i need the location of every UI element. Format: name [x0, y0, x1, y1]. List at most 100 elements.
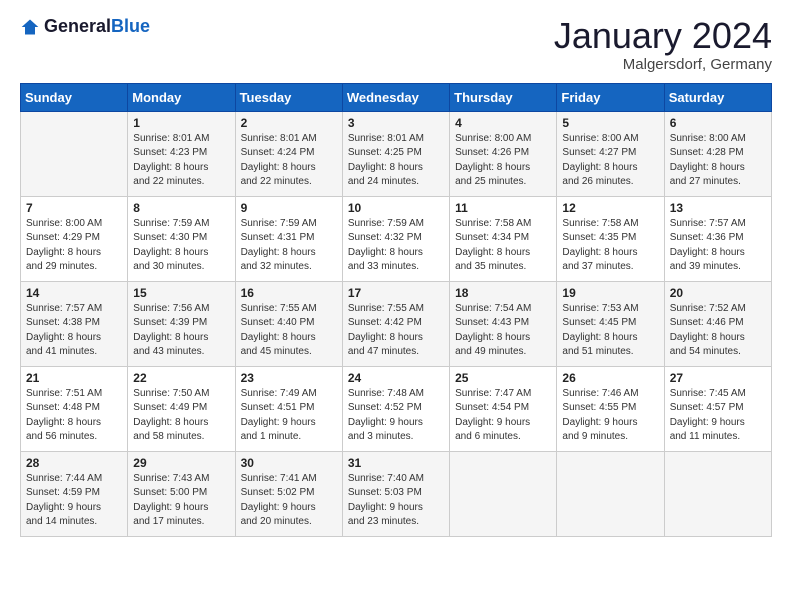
day-number: 20 [670, 286, 766, 300]
day-info: Sunrise: 7:58 AM Sunset: 4:34 PM Dayligh… [455, 217, 551, 275]
day-number: 6 [670, 116, 766, 130]
month-title: January 2024 [554, 16, 772, 56]
day-info: Sunrise: 8:00 AM Sunset: 4:29 PM Dayligh… [26, 217, 122, 275]
day-number: 10 [348, 201, 444, 215]
calendar-cell: 28 Sunrise: 7:44 AM Sunset: 4:59 PM Dayli… [21, 451, 128, 536]
day-number: 5 [562, 116, 658, 130]
calendar-cell [21, 111, 128, 196]
calendar-cell: 31 Sunrise: 7:40 AM Sunset: 5:03 PM Dayli… [342, 451, 449, 536]
calendar-cell: 2Sunrise: 8:01 AM Sunset: 4:24 PM Daylig… [235, 111, 342, 196]
day-of-week-header: Wednesday [342, 83, 449, 111]
calendar-cell: 11 Sunrise: 7:58 AM Sunset: 4:34 PM Dayli… [450, 196, 557, 281]
day-info: Sunrise: 7:54 AM Sunset: 4:43 PM Dayligh… [455, 302, 551, 360]
day-info: Sunrise: 7:41 AM Sunset: 5:02 PM Dayligh… [241, 472, 337, 530]
day-number: 3 [348, 116, 444, 130]
logo: GeneralBlue [20, 16, 150, 37]
calendar-cell: 4Sunrise: 8:00 AM Sunset: 4:26 PM Daylig… [450, 111, 557, 196]
day-of-week-header: Saturday [664, 83, 771, 111]
day-number: 28 [26, 456, 122, 470]
day-of-week-header: Thursday [450, 83, 557, 111]
calendar-cell: 15Sunrise: 7:56 AM Sunset: 4:39 PM Dayli… [128, 281, 235, 366]
calendar-cell: 10 Sunrise: 7:59 AM Sunset: 4:32 PM Dayli… [342, 196, 449, 281]
day-info: Sunrise: 7:44 AM Sunset: 4:59 PM Dayligh… [26, 472, 122, 530]
day-info: Sunrise: 7:55 AM Sunset: 4:40 PM Dayligh… [241, 302, 337, 360]
day-number: 26 [562, 371, 658, 385]
calendar-cell: 6 Sunrise: 8:00 AM Sunset: 4:28 PM Daylig… [664, 111, 771, 196]
calendar-week-row: 21Sunrise: 7:51 AM Sunset: 4:48 PM Dayli… [21, 366, 772, 451]
logo-text-blue: Blue [111, 16, 150, 36]
day-number: 29 [133, 456, 229, 470]
calendar-cell: 8 Sunrise: 7:59 AM Sunset: 4:30 PM Daylig… [128, 196, 235, 281]
calendar-cell: 9 Sunrise: 7:59 AM Sunset: 4:31 PM Daylig… [235, 196, 342, 281]
day-number: 9 [241, 201, 337, 215]
day-info: Sunrise: 7:59 AM Sunset: 4:32 PM Dayligh… [348, 217, 444, 275]
calendar-cell: 18 Sunrise: 7:54 AM Sunset: 4:43 PM Dayli… [450, 281, 557, 366]
day-info: Sunrise: 8:01 AM Sunset: 4:25 PM Dayligh… [348, 132, 444, 190]
calendar-week-row: 28 Sunrise: 7:44 AM Sunset: 4:59 PM Dayli… [21, 451, 772, 536]
calendar-cell: 17Sunrise: 7:55 AM Sunset: 4:42 PM Dayli… [342, 281, 449, 366]
calendar-cell [450, 451, 557, 536]
day-info: Sunrise: 7:53 AM Sunset: 4:45 PM Dayligh… [562, 302, 658, 360]
day-number: 23 [241, 371, 337, 385]
day-info: Sunrise: 7:58 AM Sunset: 4:35 PM Dayligh… [562, 217, 658, 275]
day-number: 2 [241, 116, 337, 130]
day-number: 8 [133, 201, 229, 215]
day-number: 1 [133, 116, 229, 130]
calendar-cell: 3 Sunrise: 8:01 AM Sunset: 4:25 PM Daylig… [342, 111, 449, 196]
day-info: Sunrise: 7:50 AM Sunset: 4:49 PM Dayligh… [133, 387, 229, 445]
calendar-week-row: 14Sunrise: 7:57 AM Sunset: 4:38 PM Dayli… [21, 281, 772, 366]
logo-icon [20, 17, 40, 37]
calendar-cell: 27 Sunrise: 7:45 AM Sunset: 4:57 PM Dayli… [664, 366, 771, 451]
day-info: Sunrise: 7:45 AM Sunset: 4:57 PM Dayligh… [670, 387, 766, 445]
day-number: 7 [26, 201, 122, 215]
calendar-cell: 5Sunrise: 8:00 AM Sunset: 4:27 PM Daylig… [557, 111, 664, 196]
day-info: Sunrise: 7:59 AM Sunset: 4:30 PM Dayligh… [133, 217, 229, 275]
day-info: Sunrise: 7:43 AM Sunset: 5:00 PM Dayligh… [133, 472, 229, 530]
day-info: Sunrise: 8:00 AM Sunset: 4:28 PM Dayligh… [670, 132, 766, 190]
day-number: 19 [562, 286, 658, 300]
calendar-cell: 22 Sunrise: 7:50 AM Sunset: 4:49 PM Dayli… [128, 366, 235, 451]
calendar-cell: 20 Sunrise: 7:52 AM Sunset: 4:46 PM Dayli… [664, 281, 771, 366]
day-of-week-header: Sunday [21, 83, 128, 111]
calendar-cell: 24Sunrise: 7:48 AM Sunset: 4:52 PM Dayli… [342, 366, 449, 451]
calendar-cell: 1Sunrise: 8:01 AM Sunset: 4:23 PM Daylig… [128, 111, 235, 196]
header: GeneralBlue January 2024 Malgersdorf, Ge… [20, 16, 772, 73]
day-number: 31 [348, 456, 444, 470]
calendar-cell: 23 Sunrise: 7:49 AM Sunset: 4:51 PM Dayli… [235, 366, 342, 451]
calendar-cell: 13 Sunrise: 7:57 AM Sunset: 4:36 PM Dayli… [664, 196, 771, 281]
day-number: 4 [455, 116, 551, 130]
calendar-cell: 30 Sunrise: 7:41 AM Sunset: 5:02 PM Dayli… [235, 451, 342, 536]
calendar-cell: 14Sunrise: 7:57 AM Sunset: 4:38 PM Dayli… [21, 281, 128, 366]
day-of-week-header: Tuesday [235, 83, 342, 111]
calendar-week-row: 1Sunrise: 8:01 AM Sunset: 4:23 PM Daylig… [21, 111, 772, 196]
day-info: Sunrise: 7:51 AM Sunset: 4:48 PM Dayligh… [26, 387, 122, 445]
calendar-cell: 29 Sunrise: 7:43 AM Sunset: 5:00 PM Dayli… [128, 451, 235, 536]
day-number: 13 [670, 201, 766, 215]
day-info: Sunrise: 7:52 AM Sunset: 4:46 PM Dayligh… [670, 302, 766, 360]
calendar-week-row: 7 Sunrise: 8:00 AM Sunset: 4:29 PM Daylig… [21, 196, 772, 281]
calendar-cell: 16 Sunrise: 7:55 AM Sunset: 4:40 PM Dayli… [235, 281, 342, 366]
day-number: 30 [241, 456, 337, 470]
day-of-week-header: Monday [128, 83, 235, 111]
day-number: 27 [670, 371, 766, 385]
day-number: 22 [133, 371, 229, 385]
calendar-cell: 21Sunrise: 7:51 AM Sunset: 4:48 PM Dayli… [21, 366, 128, 451]
day-number: 18 [455, 286, 551, 300]
day-number: 16 [241, 286, 337, 300]
day-info: Sunrise: 7:56 AM Sunset: 4:39 PM Dayligh… [133, 302, 229, 360]
day-number: 25 [455, 371, 551, 385]
calendar-cell: 25Sunrise: 7:47 AM Sunset: 4:54 PM Dayli… [450, 366, 557, 451]
day-of-week-header: Friday [557, 83, 664, 111]
calendar-cell [557, 451, 664, 536]
day-info: Sunrise: 7:59 AM Sunset: 4:31 PM Dayligh… [241, 217, 337, 275]
logo-text-general: General [44, 16, 111, 36]
day-info: Sunrise: 7:49 AM Sunset: 4:51 PM Dayligh… [241, 387, 337, 445]
location-title: Malgersdorf, Germany [554, 56, 772, 73]
day-info: Sunrise: 7:40 AM Sunset: 5:03 PM Dayligh… [348, 472, 444, 530]
calendar-cell: 7 Sunrise: 8:00 AM Sunset: 4:29 PM Daylig… [21, 196, 128, 281]
day-info: Sunrise: 7:57 AM Sunset: 4:36 PM Dayligh… [670, 217, 766, 275]
day-number: 12 [562, 201, 658, 215]
day-number: 11 [455, 201, 551, 215]
day-number: 17 [348, 286, 444, 300]
day-info: Sunrise: 7:46 AM Sunset: 4:55 PM Dayligh… [562, 387, 658, 445]
